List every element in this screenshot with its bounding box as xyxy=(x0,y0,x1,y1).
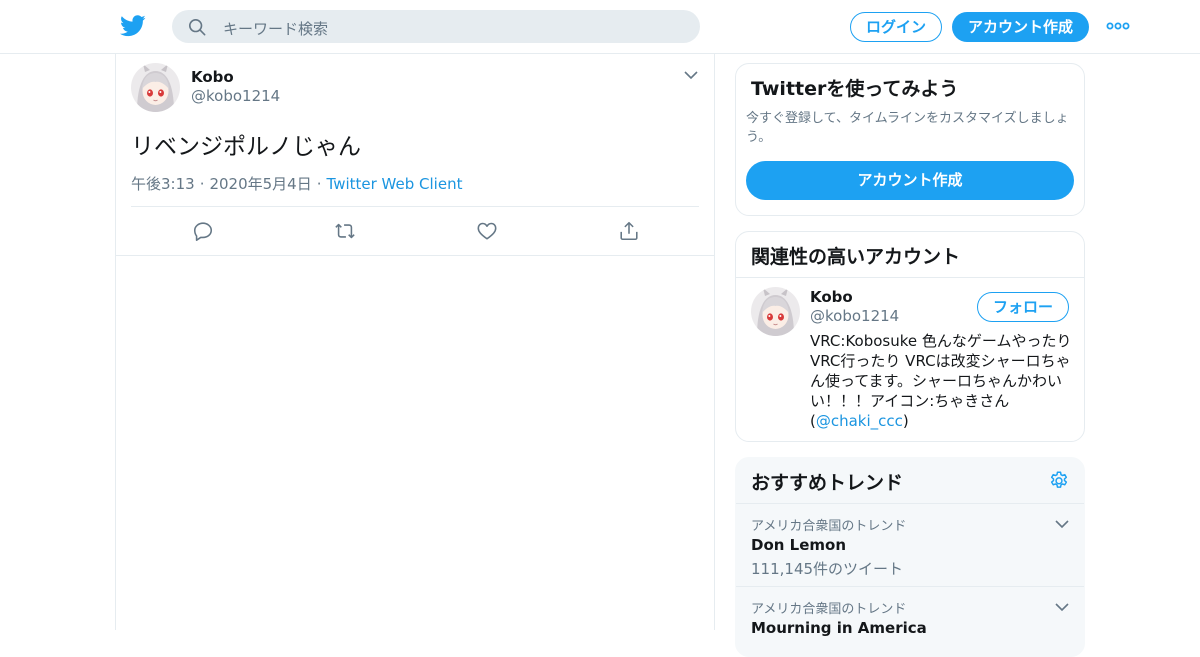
chevron-down-icon[interactable] xyxy=(1054,599,1070,615)
trend-location: アメリカ合衆国のトレンド xyxy=(751,602,907,617)
signup-card-title: Twitterを使ってみよう xyxy=(751,78,959,100)
search-box[interactable]: キーワード検索 xyxy=(172,10,700,43)
divider xyxy=(736,277,1084,278)
related-card-title: 関連性の高いアカウント xyxy=(751,246,961,268)
twitter-logo-icon[interactable] xyxy=(120,14,146,38)
retweet-icon[interactable] xyxy=(334,220,356,242)
more-icon[interactable] xyxy=(1106,20,1130,32)
login-button[interactable]: ログイン xyxy=(850,12,942,42)
related-account-bio: VRC:Kobosuke 色んなゲームやったりVRC行ったり VRCは改変シャー… xyxy=(810,331,1078,431)
tweet-metadata: 午後3:13 · 2020年5月4日 · Twitter Web Client xyxy=(131,173,462,194)
related-accounts-card: 関連性の高いアカウント Kobo @kobo1214 フォロー VRC:Kobo… xyxy=(735,231,1085,442)
reply-icon[interactable] xyxy=(192,220,214,242)
signup-button[interactable]: アカウント作成 xyxy=(952,12,1089,42)
trend-location: アメリカ合衆国のトレンド xyxy=(751,519,907,534)
meta-separator: · xyxy=(199,175,205,193)
signup-card-button[interactable]: アカウント作成 xyxy=(746,161,1074,200)
tweet[interactable]: Kobo @kobo1214 リベンジポルノじゃん 午後3:13 · 2020年5月… xyxy=(116,54,714,256)
trends-card-title: おすすめトレンド xyxy=(751,472,904,494)
trend-tweet-count: 111,145件のツイート xyxy=(751,560,904,578)
tweet-date[interactable]: 2020年5月4日 xyxy=(209,175,311,193)
bio-mention-link[interactable]: @chaki_ccc xyxy=(816,412,903,430)
top-bar: キーワード検索 ログイン アカウント作成 xyxy=(0,0,1200,54)
signup-card: Twitterを使ってみよう 今すぐ登録して、タイムラインをカスタマイズしましょ… xyxy=(735,63,1085,216)
main-column: Kobo @kobo1214 リベンジポルノじゃん 午後3:13 · 2020年5月… xyxy=(115,54,715,630)
gear-icon[interactable] xyxy=(1048,470,1070,492)
signup-card-description: 今すぐ登録して、タイムラインをカスタマイズしましょう。 xyxy=(746,111,1069,145)
tweet-time[interactable]: 午後3:13 xyxy=(131,175,195,193)
follow-button[interactable]: フォロー xyxy=(977,292,1069,322)
divider xyxy=(131,206,699,207)
chevron-down-icon[interactable] xyxy=(1054,516,1070,532)
chevron-down-icon[interactable] xyxy=(683,67,699,83)
related-account-handle[interactable]: @kobo1214 xyxy=(810,307,899,325)
trends-card: おすすめトレンド アメリカ合衆国のトレンド Don Lemon 111,145件… xyxy=(735,457,1085,657)
avatar-image xyxy=(131,63,180,112)
author-handle[interactable]: @kobo1214 xyxy=(191,87,280,105)
trend-item[interactable]: アメリカ合衆国のトレンド Don Lemon 111,145件のツイート xyxy=(736,503,1084,586)
trend-name[interactable]: Mourning in America xyxy=(751,619,927,637)
search-input[interactable]: キーワード検索 xyxy=(223,18,328,39)
meta-separator: · xyxy=(316,175,322,193)
share-icon[interactable] xyxy=(618,220,640,242)
avatar-image xyxy=(751,287,800,336)
avatar[interactable] xyxy=(751,287,800,336)
tweet-client-link[interactable]: Twitter Web Client xyxy=(327,175,463,193)
like-icon[interactable] xyxy=(476,220,498,242)
tweet-text: リベンジポルノじゃん xyxy=(131,134,361,160)
trend-name[interactable]: Don Lemon xyxy=(751,536,846,554)
search-icon xyxy=(188,18,206,36)
related-account-name[interactable]: Kobo xyxy=(810,288,853,306)
avatar[interactable] xyxy=(131,63,180,112)
author-name[interactable]: Kobo xyxy=(191,68,234,86)
trend-item[interactable]: アメリカ合衆国のトレンド Mourning in America xyxy=(736,586,1084,656)
bio-text-end: ) xyxy=(902,412,909,430)
